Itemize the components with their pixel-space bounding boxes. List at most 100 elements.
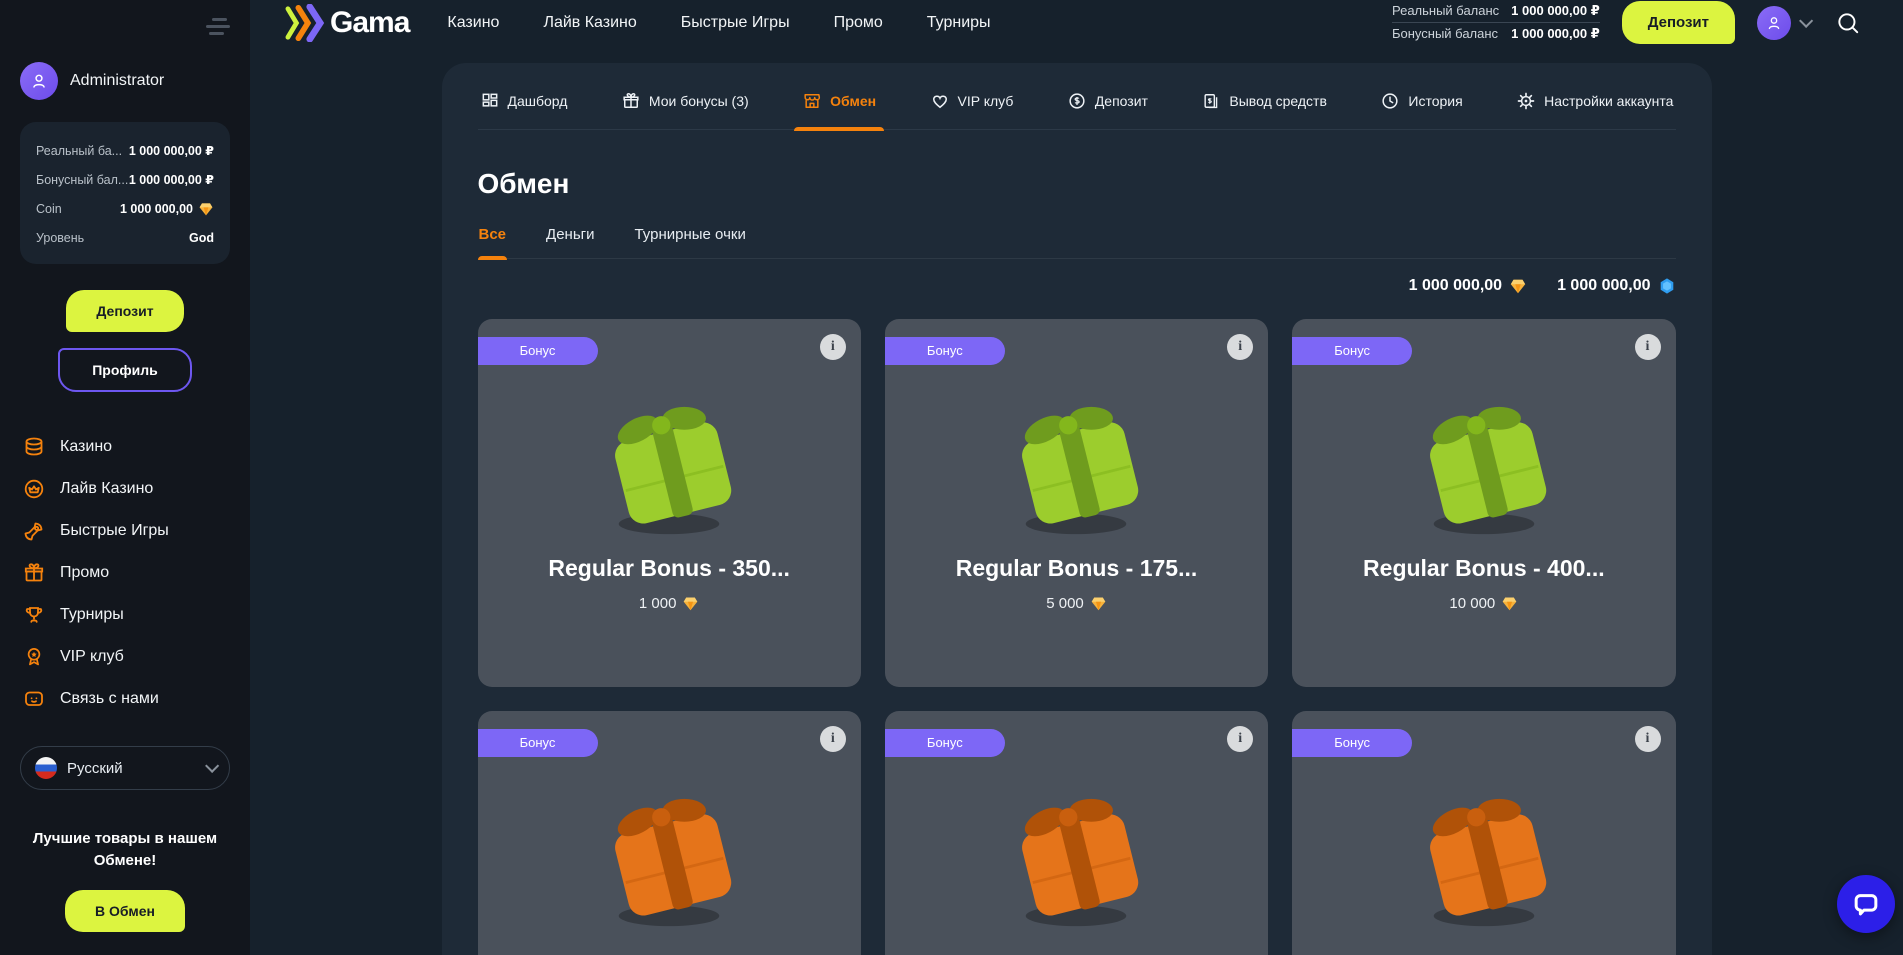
user-avatar bbox=[20, 62, 58, 100]
gift-box-image bbox=[996, 381, 1156, 541]
info-icon[interactable]: i bbox=[1227, 726, 1253, 752]
filter-all[interactable]: Все bbox=[478, 226, 508, 258]
russian-flag-icon bbox=[35, 757, 57, 779]
filter-money[interactable]: Деньги bbox=[545, 226, 595, 258]
sidebar-item-vip-club[interactable]: VIP клуб bbox=[20, 636, 230, 678]
tab-deposit[interactable]: Депозит bbox=[1065, 91, 1150, 129]
tab-exchange[interactable]: Обмен bbox=[800, 91, 878, 129]
coin-gem-icon bbox=[682, 595, 699, 612]
person-icon bbox=[1764, 13, 1784, 33]
bonus-card[interactable]: Бонус i bbox=[885, 711, 1268, 955]
sidebar-item-contact-us[interactable]: Связь с нами bbox=[20, 678, 230, 720]
nav-tournaments[interactable]: Турниры bbox=[927, 14, 991, 32]
header-real-balance: Реальный баланс 1 000 000,00 ₽ bbox=[1392, 0, 1600, 22]
heart-icon bbox=[930, 91, 950, 111]
username: Administrator bbox=[70, 72, 164, 90]
coin-gem-icon bbox=[198, 201, 214, 217]
bonus-badge: Бонус bbox=[1292, 337, 1412, 365]
filter-tournament-points[interactable]: Турнирные очки bbox=[633, 226, 746, 258]
medal-icon bbox=[22, 645, 46, 669]
bonus-badge: Бонус bbox=[1292, 729, 1412, 757]
coins-icon bbox=[22, 435, 46, 459]
coin-gem-icon bbox=[1090, 595, 1107, 612]
logo-text: Gama bbox=[330, 6, 409, 40]
nav-live-casino[interactable]: Лайв Казино bbox=[543, 14, 636, 32]
coin-gem-icon bbox=[1501, 595, 1518, 612]
sidebar-deposit-button[interactable]: Депозит bbox=[66, 290, 183, 332]
tab-vip-club[interactable]: VIP клуб bbox=[928, 91, 1016, 129]
bonus-badge: Бонус bbox=[478, 729, 598, 757]
nav-casino[interactable]: Казино bbox=[447, 14, 499, 32]
info-icon[interactable]: i bbox=[820, 726, 846, 752]
gift-icon bbox=[22, 561, 46, 585]
nav-fast-games[interactable]: Быстрые Игры bbox=[681, 14, 790, 32]
stat-level: Уровень God bbox=[34, 224, 216, 252]
sidebar-user[interactable]: Administrator bbox=[20, 62, 230, 100]
gift-box-image bbox=[1404, 381, 1564, 541]
logo[interactable]: Gama bbox=[284, 4, 409, 42]
tab-account-settings[interactable]: Настройки аккаунта bbox=[1514, 91, 1675, 129]
sidebar-promo-heading: Лучшие товары в нашем Обмене! bbox=[20, 828, 230, 872]
tab-my-bonuses[interactable]: Мои бонусы (3) bbox=[619, 91, 751, 129]
gift-box-image bbox=[589, 381, 749, 541]
info-icon[interactable]: i bbox=[820, 334, 846, 360]
sidebar: Administrator Реальный ба... 1 000 000,0… bbox=[0, 0, 250, 955]
search-button[interactable] bbox=[1831, 6, 1865, 40]
sidebar-item-promo[interactable]: Промо bbox=[20, 552, 230, 594]
nav-promo[interactable]: Промо bbox=[834, 14, 883, 32]
bonus-title: Regular Bonus - 350... bbox=[548, 555, 790, 582]
bonus-card[interactable]: Бонус i bbox=[1292, 711, 1675, 955]
bonus-price: 1 000 bbox=[639, 595, 700, 612]
language-selector[interactable]: Русский bbox=[20, 746, 230, 790]
bonus-card[interactable]: Бонус i bbox=[478, 711, 861, 955]
sidebar-item-fast-games[interactable]: Быстрые Игры bbox=[20, 510, 230, 552]
sidebar-item-tournaments[interactable]: Турниры bbox=[20, 594, 230, 636]
user-avatar bbox=[1757, 6, 1791, 40]
sidebar-collapse-icon[interactable] bbox=[206, 14, 232, 39]
gear-icon bbox=[1516, 91, 1536, 111]
sidebar-menu: Казино Лайв Казино Быстрые Игры Промо Ту… bbox=[20, 426, 230, 720]
top-header: Gama Казино Лайв Казино Быстрые Игры Про… bbox=[250, 0, 1903, 45]
dashboard-icon bbox=[480, 91, 500, 111]
chat-icon bbox=[22, 687, 46, 711]
header-deposit-button[interactable]: Депозит bbox=[1622, 1, 1735, 44]
chevron-down-icon bbox=[205, 759, 219, 773]
info-icon[interactable]: i bbox=[1635, 726, 1661, 752]
balance-panel: Реальный ба... 1 000 000,00 ₽ Бонусный б… bbox=[20, 122, 230, 264]
search-icon bbox=[1835, 10, 1861, 36]
history-icon bbox=[1380, 91, 1400, 111]
bonus-title: Regular Bonus - 175... bbox=[956, 555, 1198, 582]
top-nav: Казино Лайв Казино Быстрые Игры Промо Ту… bbox=[447, 14, 990, 32]
tab-withdrawal[interactable]: Вывод средств bbox=[1199, 91, 1329, 129]
bonus-badge: Бонус bbox=[478, 337, 598, 365]
sidebar-profile-button[interactable]: Профиль bbox=[58, 348, 192, 392]
sidebar-item-casino[interactable]: Казино bbox=[20, 426, 230, 468]
page-title: Обмен bbox=[478, 168, 1676, 200]
tab-dashboard[interactable]: Дашборд bbox=[478, 91, 570, 129]
gift-box-image bbox=[589, 773, 749, 933]
go-to-exchange-button[interactable]: В Обмен bbox=[65, 890, 185, 932]
live-chat-button[interactable] bbox=[1837, 875, 1895, 933]
account-menu[interactable] bbox=[1757, 6, 1809, 40]
shop-icon bbox=[802, 91, 822, 111]
rocket-icon bbox=[22, 519, 46, 543]
bonus-cards-grid: Бонус i Regular Bonus - 350... 1 000 bbox=[478, 319, 1676, 955]
wallet-balances: 1 000 000,00 1 000 000,00 bbox=[478, 277, 1676, 295]
chat-bubble-icon bbox=[1851, 889, 1881, 919]
account-panel: Дашборд Мои бонусы (3) Обмен VIP клуб Де… bbox=[442, 63, 1712, 955]
bonus-card[interactable]: Бонус i Regular Bonus - 175... 5 000 bbox=[885, 319, 1268, 687]
blue-gem-icon bbox=[1658, 277, 1676, 295]
bonus-card[interactable]: Бонус i Regular Bonus - 350... 1 000 bbox=[478, 319, 861, 687]
chevron-down-icon bbox=[1799, 13, 1813, 27]
sidebar-item-live-casino[interactable]: Лайв Казино bbox=[20, 468, 230, 510]
trophy-icon bbox=[22, 603, 46, 627]
bonus-title: Regular Bonus - 400... bbox=[1363, 555, 1605, 582]
bonus-badge: Бонус bbox=[885, 337, 1005, 365]
bonus-price: 5 000 bbox=[1046, 595, 1107, 612]
tab-history[interactable]: История bbox=[1378, 91, 1464, 129]
gift-box-image bbox=[1404, 773, 1564, 933]
info-icon[interactable]: i bbox=[1635, 334, 1661, 360]
header-right: Реальный баланс 1 000 000,00 ₽ Бонусный … bbox=[1392, 0, 1865, 45]
info-icon[interactable]: i bbox=[1227, 334, 1253, 360]
bonus-card[interactable]: Бонус i Regular Bonus - 400... 10 00 bbox=[1292, 319, 1675, 687]
